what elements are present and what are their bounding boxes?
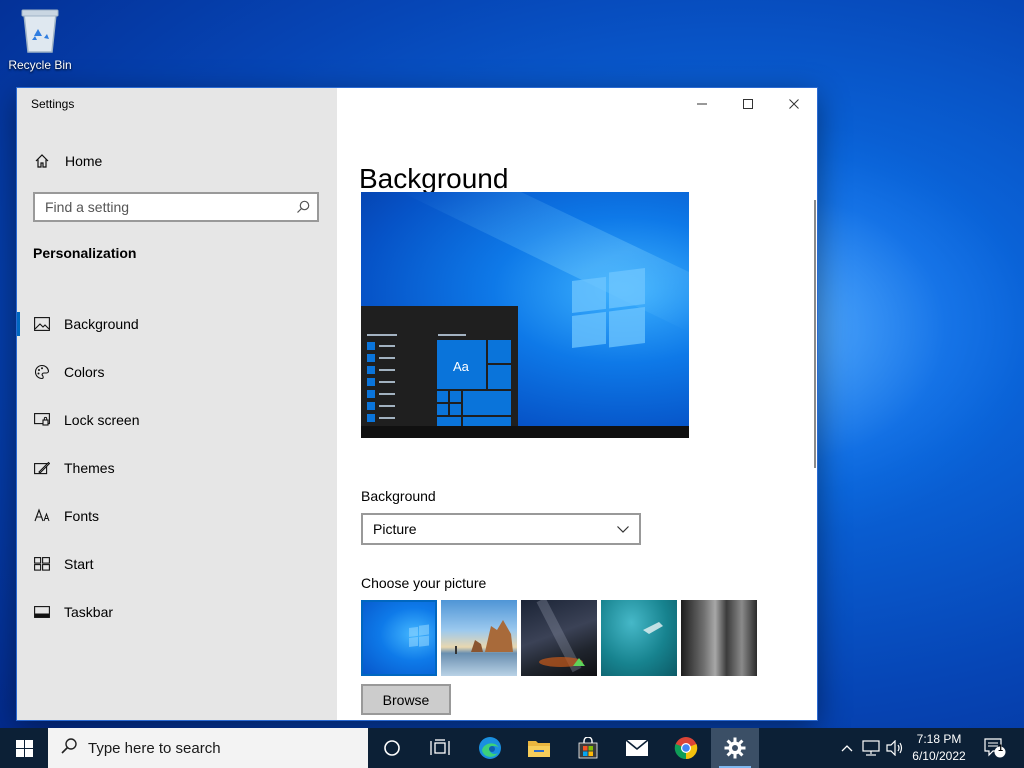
palette-icon xyxy=(33,363,51,381)
edge-button[interactable] xyxy=(466,728,514,768)
edge-icon xyxy=(479,737,501,759)
sidebar-item-themes[interactable]: Themes xyxy=(17,444,337,492)
picture-thumb-night-sky[interactable] xyxy=(521,600,597,676)
home-label: Home xyxy=(65,153,103,169)
window-title: Settings xyxy=(31,97,75,111)
windows-logo-icon xyxy=(409,624,429,647)
chrome-icon xyxy=(674,737,698,760)
store-icon xyxy=(578,737,598,759)
taskbar-search-box[interactable]: Type here to search xyxy=(48,728,368,768)
chrome-button[interactable] xyxy=(662,728,710,768)
settings-app-button[interactable] xyxy=(711,728,759,768)
personalization-nav: Background Colors Lock screen Themes Fon… xyxy=(17,300,337,636)
taskbar-icon xyxy=(33,603,51,621)
clock-date: 6/10/2022 xyxy=(912,749,966,763)
rocks-icon xyxy=(455,620,513,654)
close-icon xyxy=(789,99,799,109)
chevron-down-icon xyxy=(616,522,630,539)
show-hidden-icons-button[interactable] xyxy=(838,728,856,768)
chevron-up-icon xyxy=(841,745,853,752)
desktop-icon-label: Recycle Bin xyxy=(8,58,72,72)
start-icon xyxy=(33,555,51,573)
minimize-icon xyxy=(697,103,707,105)
picture-thumb-beach-rocks[interactable] xyxy=(441,600,517,676)
mail-button[interactable] xyxy=(613,728,661,768)
network-icon xyxy=(862,740,880,756)
sidebar-item-label: Lock screen xyxy=(64,412,140,428)
taskbar-search-placeholder: Type here to search xyxy=(88,739,221,757)
search-icon xyxy=(60,737,78,759)
choose-picture-label: Choose your picture xyxy=(361,575,487,591)
sidebar-item-start[interactable]: Start xyxy=(17,540,337,588)
sidebar-item-fonts[interactable]: Fonts xyxy=(17,492,337,540)
close-button[interactable] xyxy=(771,88,817,120)
sidebar-item-label: Fonts xyxy=(64,508,100,524)
folder-icon xyxy=(528,741,550,757)
dropdown-value: Picture xyxy=(373,521,417,537)
home-link[interactable]: Home xyxy=(33,150,323,172)
preview-start-menu: Aa xyxy=(361,306,518,430)
recycle-bin-icon xyxy=(21,9,59,53)
find-setting-search[interactable] xyxy=(33,192,319,222)
sidebar-item-label: Start xyxy=(64,556,94,572)
sidebar-item-lock-screen[interactable]: Lock screen xyxy=(17,396,337,444)
picture-thumb-rock-cliff[interactable] xyxy=(681,600,757,676)
sidebar-item-background[interactable]: Background xyxy=(17,300,337,348)
settings-content: Background Aa Background Picture Choose … xyxy=(337,88,817,720)
settings-window: Settings Home Personalization Background xyxy=(17,88,817,720)
picture-thumbnails xyxy=(361,600,757,676)
sidebar-item-taskbar[interactable]: Taskbar xyxy=(17,588,337,636)
desktop-icon-recycle-bin[interactable]: Recycle Bin xyxy=(4,6,76,72)
preview-start-tiles xyxy=(367,334,511,427)
picture-thumb-underwater[interactable] xyxy=(601,600,677,676)
sidebar-item-colors[interactable]: Colors xyxy=(17,348,337,396)
notification-count-badge: 1 xyxy=(998,743,1004,753)
taskbar-clock[interactable]: 7:18 PM 6/10/2022 xyxy=(904,731,974,765)
store-button[interactable] xyxy=(564,728,612,768)
background-type-dropdown[interactable]: Picture xyxy=(361,513,641,545)
themes-icon xyxy=(33,459,51,477)
mail-icon xyxy=(625,739,649,756)
section-title: Personalization xyxy=(33,245,137,261)
settings-sidebar: Settings Home Personalization Background xyxy=(17,88,337,720)
maximize-button[interactable] xyxy=(725,88,771,120)
action-center-button[interactable]: 1 xyxy=(980,728,1010,768)
swimmer-icon xyxy=(643,622,663,634)
sidebar-item-label: Background xyxy=(64,316,139,332)
page-title: Background xyxy=(359,162,509,194)
background-label: Background xyxy=(361,488,436,504)
cortana-button[interactable] xyxy=(368,728,416,768)
sidebar-item-label: Themes xyxy=(64,460,115,476)
network-button[interactable] xyxy=(860,728,882,768)
clock-time: 7:18 PM xyxy=(916,732,962,746)
browse-button[interactable]: Browse xyxy=(361,684,451,715)
windows-start-icon xyxy=(15,739,33,757)
preview-tile-text: Aa xyxy=(453,359,469,374)
start-button[interactable] xyxy=(0,728,48,768)
background-preview: Aa xyxy=(361,192,689,438)
taskbar: Type here to search 7:18 PM 6/10/2022 1 xyxy=(0,728,1024,768)
search-icon xyxy=(295,199,311,220)
maximize-icon xyxy=(743,99,753,109)
volume-button[interactable] xyxy=(884,728,906,768)
find-setting-input[interactable] xyxy=(35,194,295,220)
content-scrollbar[interactable] xyxy=(814,200,816,468)
gear-icon xyxy=(724,737,746,759)
speaker-icon xyxy=(886,740,903,756)
picture-thumb-windows-blue[interactable] xyxy=(361,600,437,676)
task-view-button[interactable] xyxy=(416,728,464,768)
picture-icon xyxy=(33,315,51,333)
lock-screen-icon xyxy=(33,411,51,429)
minimize-button[interactable] xyxy=(679,88,725,120)
preview-taskbar xyxy=(361,426,689,438)
fonts-icon xyxy=(33,507,51,525)
sidebar-item-label: Colors xyxy=(64,364,105,380)
file-explorer-button[interactable] xyxy=(515,728,563,768)
tent-icon xyxy=(536,600,585,673)
home-icon xyxy=(33,152,51,170)
task-view-icon xyxy=(430,739,450,755)
sidebar-item-label: Taskbar xyxy=(64,604,114,620)
cortana-icon xyxy=(384,740,400,756)
